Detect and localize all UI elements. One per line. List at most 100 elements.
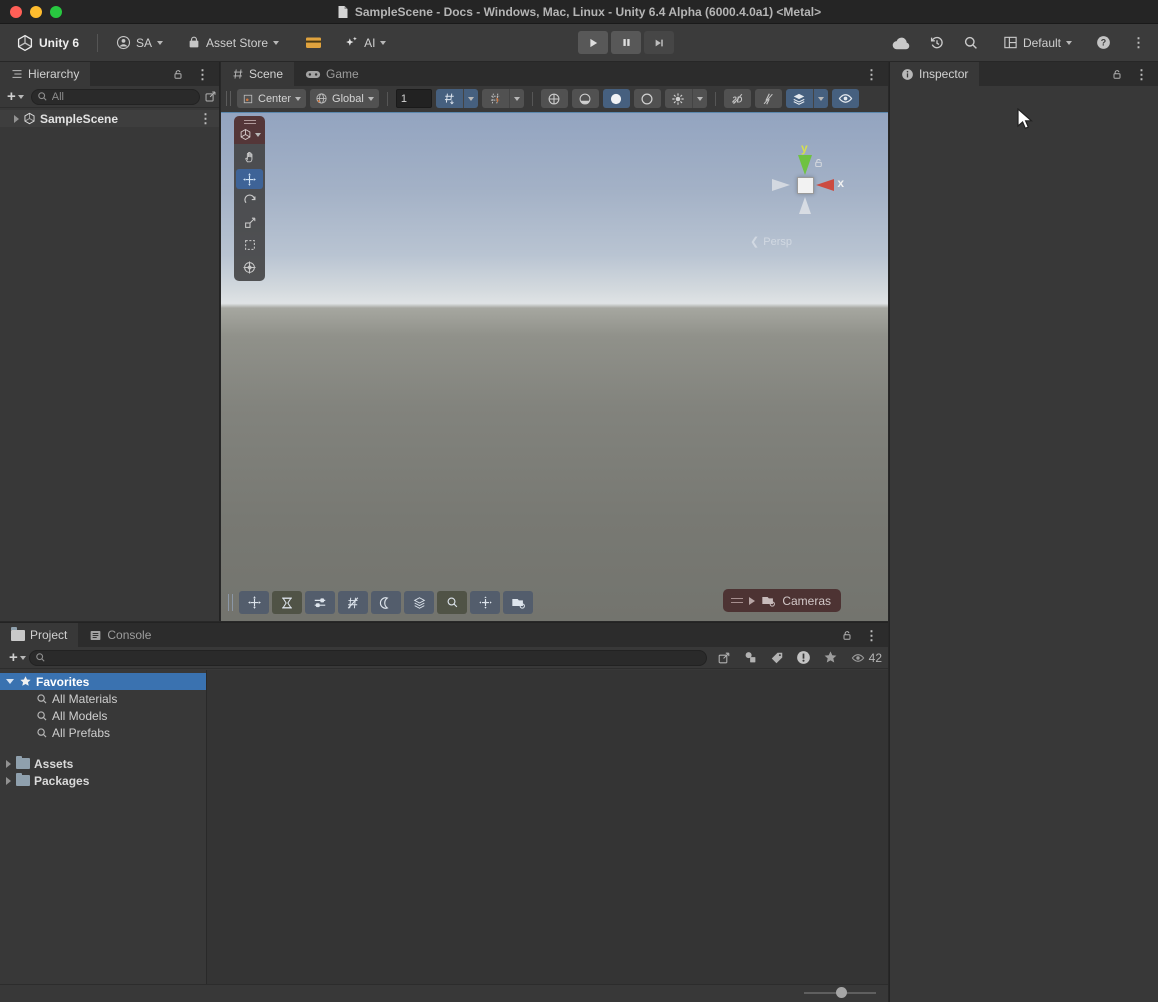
layout-dropdown[interactable]: Default <box>997 31 1078 54</box>
hidden-count-button[interactable]: 42 <box>850 651 882 665</box>
thumbnail-size-slider[interactable] <box>804 987 876 998</box>
view-options-dropdown[interactable] <box>239 128 261 141</box>
rotate-tool-button[interactable] <box>236 191 263 211</box>
hierarchy-add-button[interactable]: + <box>4 88 27 105</box>
ai-dropdown[interactable]: AI <box>338 31 392 54</box>
tree-item-packages[interactable]: Packages <box>0 772 206 789</box>
package-manager-button[interactable] <box>299 31 328 54</box>
hierarchy-lock-button[interactable] <box>172 68 184 81</box>
tree-item-all-models[interactable]: All Models <box>0 707 206 724</box>
favorites-filter-button[interactable] <box>823 650 838 665</box>
tab-project[interactable]: Project <box>0 623 78 647</box>
cameras-overlay[interactable]: Cameras <box>723 589 841 612</box>
overlay-drag-handle[interactable] <box>731 598 743 603</box>
tree-item-all-prefabs[interactable]: All Prefabs <box>0 724 206 741</box>
scale-tool-button[interactable] <box>236 213 263 233</box>
project-files-area[interactable] <box>207 670 888 984</box>
expand-arrow-icon[interactable] <box>749 597 755 605</box>
gizmo-lock-button[interactable] <box>813 157 824 169</box>
slider-knob[interactable] <box>836 987 847 998</box>
rect-tool-button[interactable] <box>236 235 263 255</box>
orientation-gizmo[interactable]: y x ❮ Persp <box>770 133 840 217</box>
pivot-mode-dropdown[interactable]: Center <box>237 89 306 108</box>
pan-tool-button[interactable] <box>236 147 263 167</box>
grid-visibility-toggle[interactable] <box>482 89 509 108</box>
tab-hierarchy[interactable]: Hierarchy <box>0 62 90 86</box>
project-search-input[interactable] <box>50 652 701 664</box>
project-picker-button[interactable] <box>717 651 731 665</box>
scene-visibility-button[interactable] <box>832 89 859 108</box>
camera-overlay-button[interactable] <box>503 591 533 614</box>
tree-item-all-materials[interactable]: All Materials <box>0 690 206 707</box>
expand-arrow-icon[interactable] <box>6 760 11 768</box>
project-add-button[interactable]: + <box>6 649 29 666</box>
tab-game[interactable]: Game <box>294 62 370 86</box>
twod-toggle-button[interactable]: 2D <box>724 89 751 108</box>
draw-mode-button[interactable] <box>541 89 568 108</box>
gizmo-center-cube[interactable] <box>797 177 814 194</box>
asset-store-dropdown[interactable]: Asset Store <box>181 31 285 54</box>
zoom-window-button[interactable] <box>50 6 62 18</box>
pause-button[interactable] <box>611 31 641 54</box>
hourglass-overlay-button[interactable] <box>272 591 302 614</box>
collapse-arrow-icon[interactable] <box>6 679 14 684</box>
scene-item-menu-button[interactable]: ⋮ <box>196 112 215 125</box>
project-menu-button[interactable]: ⋮ <box>862 629 881 642</box>
search-by-type-button[interactable] <box>743 650 758 665</box>
grid-visibility-dropdown[interactable] <box>509 89 524 108</box>
overlays-dropdown[interactable] <box>813 89 828 108</box>
inspector-lock-button[interactable] <box>1111 68 1123 81</box>
effects-dropdown[interactable] <box>692 89 707 108</box>
tab-console[interactable]: Console <box>78 623 162 647</box>
projection-label[interactable]: ❮ Persp <box>750 235 792 248</box>
step-button[interactable] <box>644 31 674 54</box>
overlay-drag-handle[interactable] <box>228 594 233 611</box>
search-by-label-button[interactable] <box>770 651 784 665</box>
overlay-drag-handle[interactable] <box>244 120 256 124</box>
grid-size-field[interactable] <box>396 89 432 108</box>
importance-filter-button[interactable] <box>796 650 811 665</box>
account-dropdown[interactable]: SA <box>110 31 169 54</box>
search-button[interactable] <box>963 35 979 51</box>
orientation-dropdown[interactable]: Global <box>310 89 379 108</box>
x-axis-cone[interactable] <box>816 179 834 191</box>
tab-inspector[interactable]: Inspector <box>890 62 979 86</box>
lighting-toggle-button[interactable] <box>603 89 630 108</box>
neg-y-axis-cone[interactable] <box>799 197 811 214</box>
y-axis-cone[interactable] <box>798 155 812 175</box>
project-lock-button[interactable] <box>841 629 853 642</box>
grid-snap-toggle[interactable] <box>436 89 463 108</box>
audio-toggle-button[interactable] <box>634 89 661 108</box>
close-window-button[interactable] <box>10 6 22 18</box>
toolbar-drag-handle[interactable] <box>226 91 231 106</box>
hierarchy-menu-button[interactable]: ⋮ <box>193 68 212 81</box>
neg-x-axis-cone[interactable] <box>772 179 790 191</box>
inspector-menu-button[interactable]: ⋮ <box>1132 68 1151 81</box>
help-button[interactable]: ? <box>1096 35 1111 50</box>
expand-arrow-icon[interactable] <box>14 115 19 123</box>
undo-history-button[interactable] <box>929 35 945 51</box>
gizmos-toggle-button[interactable] <box>755 89 782 108</box>
grid-snap-dropdown[interactable] <box>463 89 478 108</box>
gizmo-overlay-button[interactable] <box>470 591 500 614</box>
tab-scene[interactable]: Scene <box>221 62 294 86</box>
hierarchy-picker-button[interactable] <box>204 90 217 103</box>
hierarchy-item-samplescene[interactable]: SampleScene ⋮ <box>0 110 219 127</box>
overlays-toggle-button[interactable] <box>786 89 813 108</box>
scene-viewport[interactable]: y x ❮ Persp <box>221 112 888 621</box>
expand-arrow-icon[interactable] <box>6 777 11 785</box>
grid-overlay-button[interactable] <box>338 591 368 614</box>
toolbar-more-menu[interactable]: ⋮ <box>1129 36 1148 49</box>
cloud-button[interactable] <box>892 36 911 50</box>
play-button[interactable] <box>578 31 608 54</box>
move-tool-overlay-button[interactable] <box>239 591 269 614</box>
hierarchy-search-input[interactable] <box>52 91 194 103</box>
tree-item-favorites[interactable]: Favorites <box>0 673 206 690</box>
tree-item-assets[interactable]: Assets <box>0 755 206 772</box>
transform-tool-button[interactable] <box>236 257 263 277</box>
move-tool-button[interactable] <box>236 169 263 189</box>
scene-tab-menu-button[interactable]: ⋮ <box>862 68 881 81</box>
layers-overlay-button[interactable] <box>404 591 434 614</box>
render-mode-overlay-button[interactable] <box>371 591 401 614</box>
minimize-window-button[interactable] <box>30 6 42 18</box>
